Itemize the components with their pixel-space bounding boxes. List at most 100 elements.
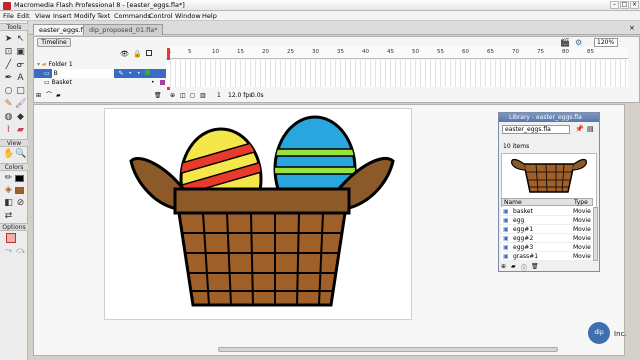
basket-artwork[interactable] bbox=[105, 109, 413, 321]
ruler-tick: 30 bbox=[312, 49, 319, 55]
no-color-icon[interactable]: ⊘ bbox=[15, 198, 26, 209]
tab-close-icon[interactable]: × bbox=[629, 24, 635, 32]
fill-color-swatch[interactable] bbox=[15, 187, 24, 194]
stage-horizontal-scrollbar[interactable] bbox=[218, 347, 558, 352]
column-type[interactable]: Type bbox=[574, 199, 588, 206]
add-guide-icon[interactable]: ⌒ bbox=[46, 91, 52, 101]
library-item[interactable]: ▣ egg#2 Movie bbox=[501, 234, 593, 243]
library-item[interactable]: ▣ egg#1 Movie bbox=[501, 225, 593, 234]
ink-bottle-tool-icon[interactable]: ◍ bbox=[3, 112, 14, 123]
frame-ruler[interactable]: 1 5 10 15 20 25 30 35 40 45 50 55 60 65 … bbox=[166, 47, 628, 59]
visibility-dot[interactable]: • bbox=[128, 70, 132, 77]
outline-swatch[interactable] bbox=[145, 70, 151, 75]
free-transform-tool-icon[interactable]: ⊡ bbox=[3, 47, 14, 58]
edit-scene-icon[interactable]: 🎬 bbox=[560, 38, 570, 47]
frame-row[interactable] bbox=[166, 69, 628, 78]
black-white-icon[interactable]: ◧ bbox=[3, 198, 14, 209]
menu-view[interactable]: View bbox=[35, 12, 50, 20]
edit-symbol-icon[interactable]: ⚙ bbox=[575, 38, 582, 47]
outline-swatch[interactable] bbox=[160, 80, 165, 85]
outline-column-icon[interactable] bbox=[146, 50, 152, 56]
eye-column-icon[interactable]: 👁 bbox=[120, 50, 129, 58]
new-library-icon[interactable]: ▤ bbox=[587, 125, 594, 133]
library-item[interactable]: ▣ egg#3 Movie bbox=[501, 243, 593, 252]
subselect-tool-icon[interactable]: ↖ bbox=[15, 34, 26, 45]
edit-multiple-icon[interactable]: ▥ bbox=[200, 91, 206, 101]
frame-row[interactable] bbox=[166, 60, 628, 69]
gradient-transform-tool-icon[interactable]: ▣ bbox=[15, 47, 26, 58]
stroke-color-icon[interactable]: ✏ bbox=[3, 173, 14, 184]
timeline-button[interactable]: Timeline bbox=[37, 38, 71, 47]
insert-layer-icon[interactable]: ⊞ bbox=[36, 91, 41, 101]
menu-control[interactable]: Control bbox=[149, 12, 173, 20]
menu-text[interactable]: Text bbox=[97, 12, 110, 20]
fill-color-icon[interactable]: ◈ bbox=[3, 185, 14, 196]
layer-row-b[interactable]: ▭ B ✎ • • bbox=[34, 69, 166, 78]
paint-bucket-tool-icon[interactable]: ◆ bbox=[15, 112, 26, 123]
pencil-tool-icon[interactable]: ✎ bbox=[3, 99, 14, 110]
smooth-option-icon[interactable]: ⤳ bbox=[3, 246, 14, 257]
library-title[interactable]: Library - easter_eggs.fla bbox=[499, 113, 599, 122]
visibility-dot[interactable]: • bbox=[151, 78, 155, 87]
hand-tool-icon[interactable]: ✋ bbox=[3, 149, 14, 160]
library-scrollbar[interactable] bbox=[593, 207, 598, 261]
rectangle-tool-icon[interactable]: □ bbox=[15, 86, 26, 97]
eyedropper-tool-icon[interactable]: ⌇ bbox=[3, 125, 14, 136]
expand-arrow-icon[interactable]: ▾ bbox=[37, 61, 40, 68]
eraser-tool-icon[interactable]: ▰ bbox=[15, 125, 26, 136]
layer-name: Folder 1 bbox=[48, 61, 73, 68]
menu-edit[interactable]: Edit bbox=[17, 12, 30, 20]
brush-tool-icon[interactable]: 🖌 bbox=[15, 99, 26, 110]
menu-file[interactable]: File bbox=[3, 12, 14, 20]
column-name[interactable]: Name bbox=[504, 199, 522, 206]
properties-icon[interactable]: ⓘ bbox=[521, 263, 527, 272]
lasso-tool-icon[interactable]: ᓂ bbox=[15, 60, 26, 71]
layer-name-input[interactable]: B bbox=[51, 69, 114, 78]
swap-colors-icon[interactable]: ⇄ bbox=[3, 211, 14, 222]
menu-insert[interactable]: Insert bbox=[53, 12, 72, 20]
library-item-type: Movie bbox=[573, 208, 591, 215]
new-symbol-icon[interactable]: ⊕ bbox=[501, 263, 506, 270]
text-tool-icon[interactable]: A bbox=[15, 73, 26, 84]
center-frame-icon[interactable]: ⊕ bbox=[170, 91, 175, 101]
frame-row[interactable] bbox=[166, 78, 628, 87]
straighten-option-icon[interactable]: ⤼ bbox=[15, 246, 26, 257]
lock-dot[interactable]: • bbox=[137, 70, 141, 77]
insert-folder-icon[interactable]: ▰ bbox=[56, 91, 61, 101]
minimize-button[interactable]: – bbox=[610, 1, 619, 9]
layer-row-folder[interactable]: ▾ ▰ Folder 1 bbox=[34, 60, 166, 69]
menu-window[interactable]: Window bbox=[175, 12, 201, 20]
arrow-tool-icon[interactable]: ➤ bbox=[3, 34, 14, 45]
library-item-name: egg#2 bbox=[513, 235, 534, 242]
library-file-select[interactable]: easter_eggs.fla bbox=[502, 125, 570, 134]
oval-tool-icon[interactable]: ○ bbox=[3, 86, 14, 97]
stroke-color-swatch[interactable] bbox=[15, 175, 24, 182]
line-tool-icon[interactable]: ╱ bbox=[3, 60, 14, 71]
stage[interactable] bbox=[104, 108, 412, 320]
zoom-tool-icon[interactable]: 🔍 bbox=[15, 149, 26, 160]
menu-commands[interactable]: Commands bbox=[114, 12, 151, 20]
menu-help[interactable]: Help bbox=[202, 12, 217, 20]
library-item[interactable]: ▣ basket Movie bbox=[501, 207, 593, 216]
delete-layer-icon[interactable]: 🗑 bbox=[154, 91, 162, 101]
delete-item-icon[interactable]: 🗑 bbox=[531, 263, 539, 270]
pen-tool-icon[interactable]: ✒ bbox=[3, 73, 14, 84]
ruler-tick: 80 bbox=[562, 49, 569, 55]
onion-skin-icon[interactable]: ◫ bbox=[180, 91, 186, 101]
library-item[interactable]: ▣ grass#1 Movie bbox=[501, 252, 593, 261]
library-item-name: egg bbox=[513, 217, 525, 224]
lock-column-icon[interactable]: 🔒 bbox=[133, 50, 142, 58]
new-folder-icon[interactable]: ▰ bbox=[511, 263, 516, 270]
onion-outline-icon[interactable]: ◻ bbox=[190, 91, 195, 101]
close-button[interactable]: × bbox=[630, 1, 639, 9]
layer-icon: ▭ bbox=[44, 79, 50, 86]
library-item[interactable]: ▣ egg Movie bbox=[501, 216, 593, 225]
tab-dip-proposed[interactable]: dip_proposed_01.fla* bbox=[83, 24, 164, 35]
menu-modify[interactable]: Modify bbox=[74, 12, 96, 20]
zoom-select[interactable]: 120% bbox=[594, 38, 618, 47]
layer-name: Basket bbox=[51, 79, 72, 86]
snap-option-icon[interactable] bbox=[6, 233, 16, 243]
pin-icon[interactable]: 📌 bbox=[575, 125, 584, 133]
maximize-button[interactable]: □ bbox=[620, 1, 629, 9]
layer-row-basket[interactable]: ▭ Basket • bbox=[34, 78, 166, 87]
